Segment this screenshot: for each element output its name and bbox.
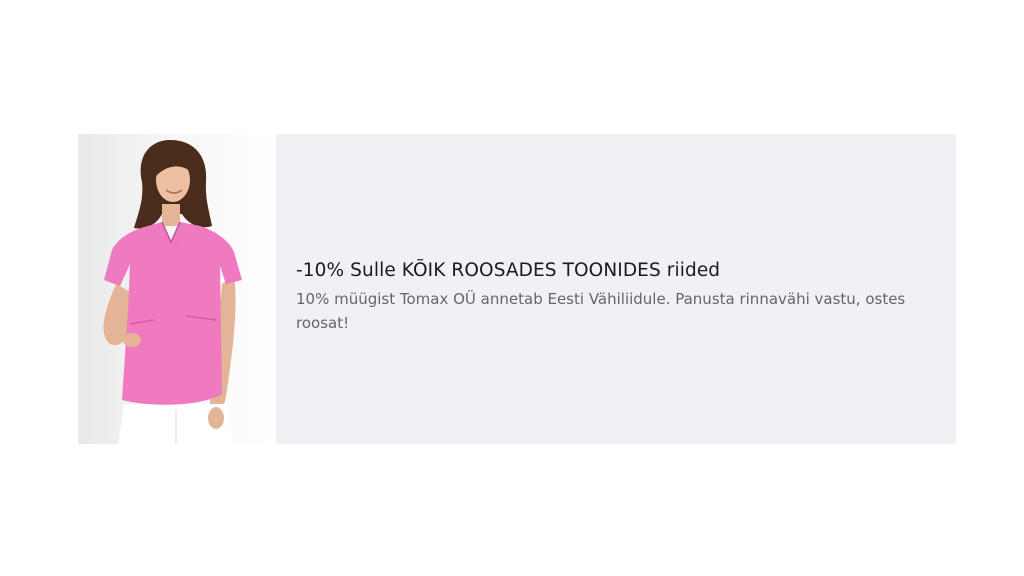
promo-text: -10% Sulle KÕIK ROOSADES TOONIDES riided… <box>296 259 946 335</box>
model-photo <box>78 134 276 444</box>
promo-headline: -10% Sulle KÕIK ROOSADES TOONIDES riided <box>296 260 721 281</box>
promo-banner[interactable]: -10% Sulle KÕIK ROOSADES TOONIDES riided… <box>78 134 956 444</box>
promo-panel: -10% Sulle KÕIK ROOSADES TOONIDES riided… <box>276 134 956 444</box>
promo-description: 10% müügist Tomax OÜ annetab Eesti Vähil… <box>296 290 906 332</box>
